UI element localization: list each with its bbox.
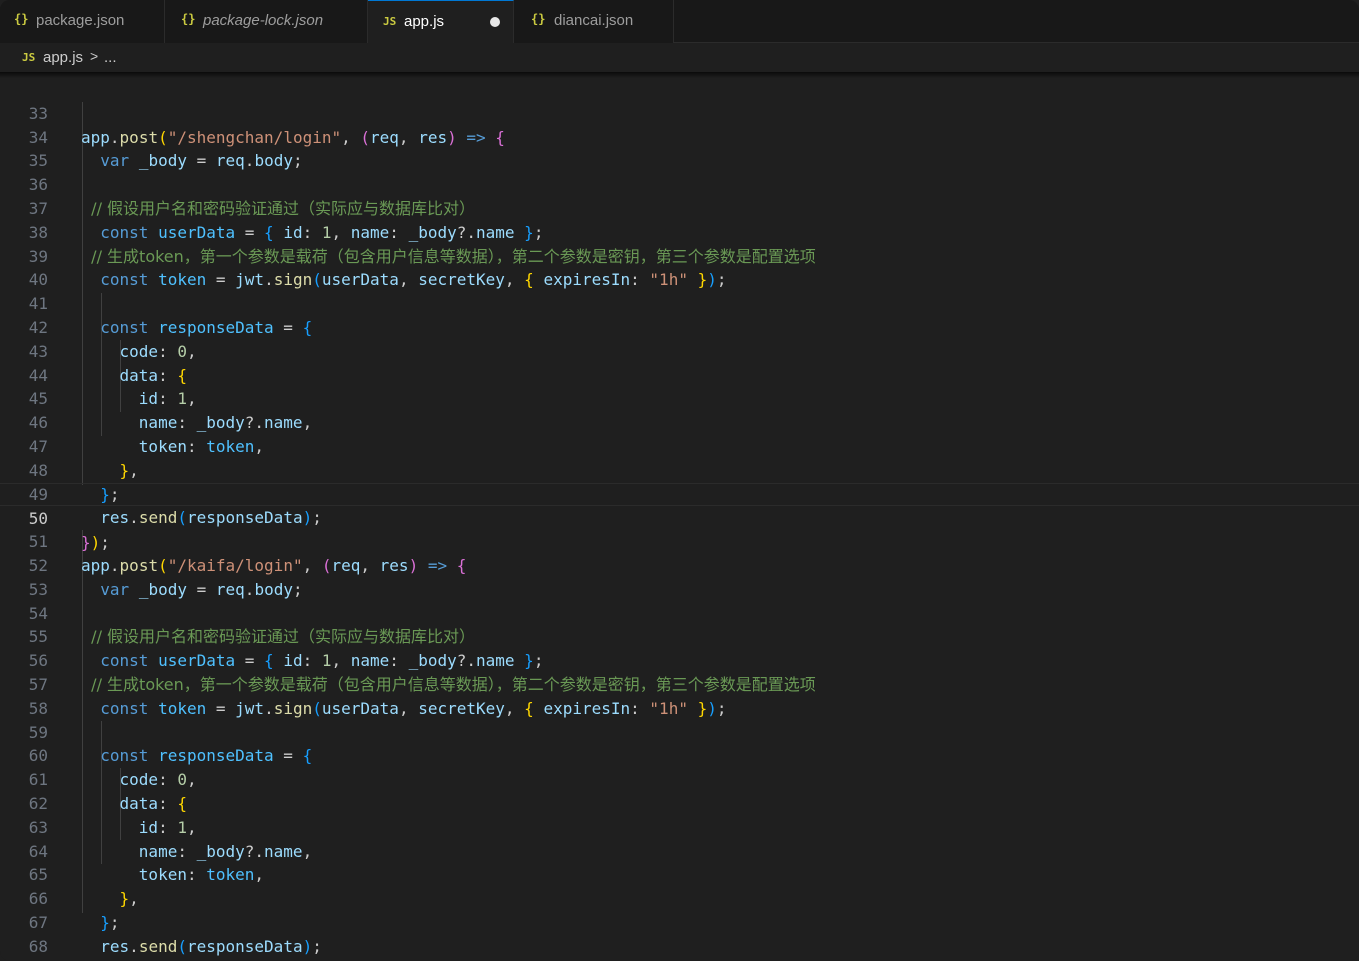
- code-line: 66 };: [0, 863, 1359, 932]
- code-line: 61 data: {: [0, 744, 1359, 813]
- code-line: 37 const userData = { id: 1, name: _body…: [0, 173, 1359, 242]
- code-line: 55 const userData = { id: 1, name: _body…: [0, 602, 1359, 670]
- code-line: 56 // 生成token，第一个参数是载荷（包含用户信息等数据），第二个参数是…: [0, 625, 1359, 694]
- js-file-icon: JS: [22, 51, 36, 64]
- breadcrumb-more[interactable]: ...: [104, 49, 117, 66]
- code-line: 64 token: token,: [0, 816, 1359, 885]
- sticky-scroll-shadow: [0, 72, 1359, 78]
- code-line: 60 code: 0,: [0, 721, 1359, 789]
- breadcrumb-file[interactable]: app.js: [43, 49, 83, 66]
- editor-window: {} package.json {} package-lock.json JS …: [0, 0, 1359, 961]
- code-line: 63 name: _body?.name,: [0, 792, 1359, 861]
- code-line: 62 id: 1,: [0, 768, 1359, 837]
- unsaved-dot-icon[interactable]: [490, 17, 500, 27]
- tab-app-js[interactable]: JS app.js: [368, 0, 514, 44]
- code-line: 43 data: {: [0, 316, 1359, 385]
- code-line: 42 code: 0,: [0, 292, 1359, 361]
- json-file-icon: {}: [14, 12, 29, 26]
- code-line: 40: [0, 245, 1359, 289]
- code-line: 41 const responseData = {: [0, 268, 1359, 337]
- code-line: 34 var _body = req.body;: [0, 102, 1359, 171]
- code-line: 67 res.send(responseData);: [0, 887, 1359, 956]
- code-line: 58: [0, 673, 1359, 718]
- tab-diancai-json[interactable]: {} diancai.json: [514, 0, 674, 43]
- code-line: 44 id: 1,: [0, 340, 1359, 409]
- tab-label: package-lock.json: [203, 12, 324, 29]
- code-line: 36 // 假设用户名和密码验证通过（实际应与数据库比对）: [0, 149, 1359, 218]
- code-line: 54 // 假设用户名和密码验证通过（实际应与数据库比对）: [0, 578, 1359, 647]
- code-line: 45 name: _body?.name,: [0, 364, 1359, 432]
- code-line: 68 });: [0, 911, 1359, 961]
- json-file-icon: {}: [181, 12, 196, 26]
- code-line: 47 },: [0, 411, 1359, 480]
- code-line: 33 app.post("/shengchan/login", (req, re…: [0, 78, 1359, 147]
- code-line: 35: [0, 126, 1359, 170]
- code-line: 51 app.post("/kaifa/login", (req, res) =…: [0, 506, 1359, 575]
- tab-label: package.json: [36, 12, 125, 29]
- code-line: 48 };: [0, 435, 1359, 504]
- code-editor[interactable]: 33 app.post("/shengchan/login", (req, re…: [0, 78, 1359, 961]
- code-line: 38 // 生成token，第一个参数是载荷（包含用户信息等数据），第二个参数是…: [0, 197, 1359, 266]
- code-line-current: 50 });: [0, 482, 1359, 552]
- tab-package-lock-json[interactable]: {} package-lock.json: [165, 0, 368, 43]
- code-line: 49 res.send(responseData);: [0, 459, 1359, 528]
- json-file-icon: {}: [531, 12, 546, 26]
- code-line: 65 },: [0, 840, 1359, 908]
- code-line: 46 token: token,: [0, 387, 1359, 456]
- tab-package-json[interactable]: {} package.json: [0, 0, 165, 43]
- code-line: 53: [0, 554, 1359, 599]
- code-line: 39 const token = jwt.sign(userData, secr…: [0, 221, 1359, 290]
- code-line: 57 const token = jwt.sign(userData, secr…: [0, 649, 1359, 718]
- tab-label: app.js: [404, 13, 445, 30]
- js-file-icon: JS: [383, 15, 397, 28]
- code-line: 69: [0, 935, 1359, 961]
- tab-bar: {} package.json {} package-lock.json JS …: [0, 0, 1359, 44]
- chevron-right-icon: >: [90, 48, 99, 64]
- code-line: 52 var _body = req.body;: [0, 530, 1359, 599]
- breadcrumb: JS app.js > ...: [0, 43, 1359, 72]
- code-line: 59 const responseData = {: [0, 697, 1359, 766]
- tab-label: diancai.json: [554, 12, 634, 29]
